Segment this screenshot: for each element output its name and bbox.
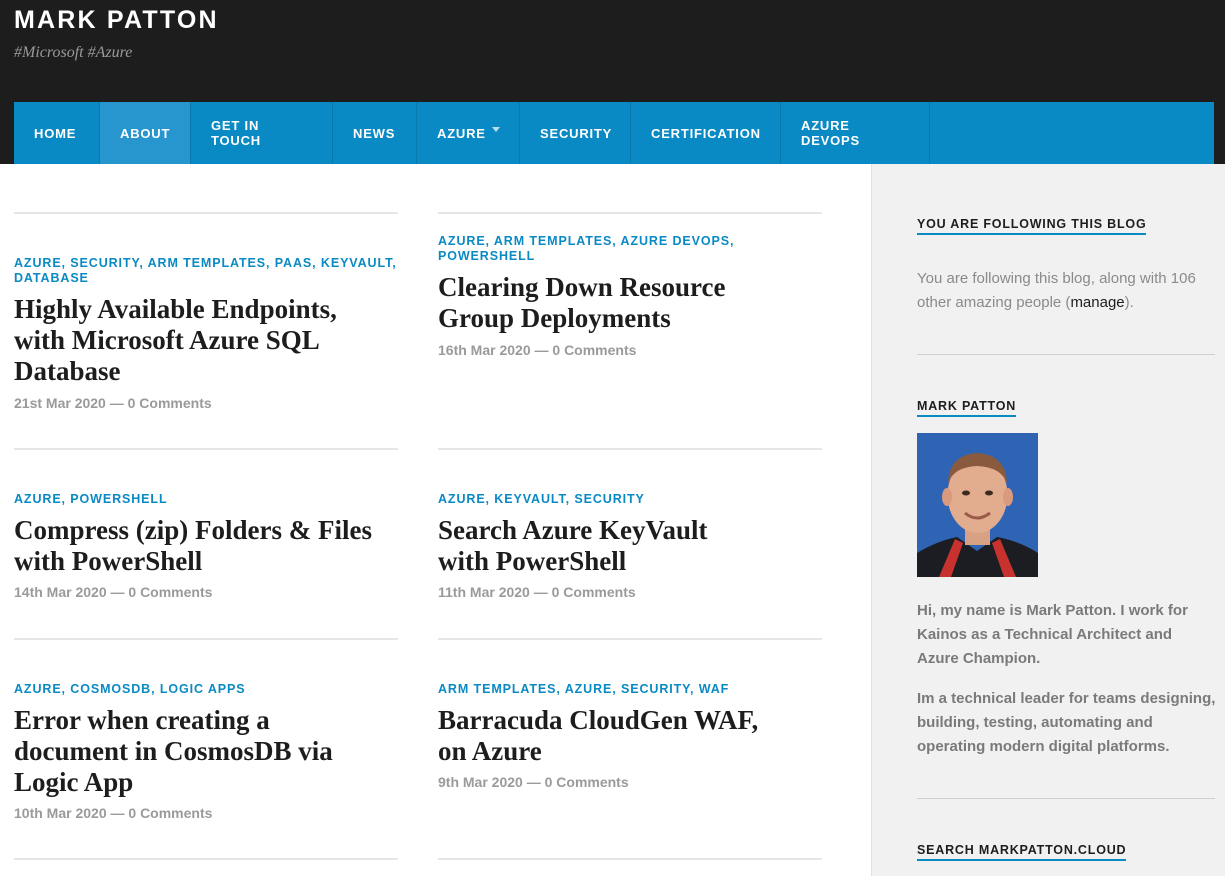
post-divider (14, 858, 398, 860)
nav-label: ABOUT (120, 125, 171, 141)
meta-separator: — (109, 395, 124, 411)
nav-item-azure[interactable]: AZURE (417, 102, 520, 164)
post-categories[interactable]: AZURE, SECURITY, ARM TEMPLATES, PAAS, KE… (14, 256, 398, 286)
nav-label: SECURITY (540, 125, 613, 141)
post-card: AZURE, SECURITY, ARM TEMPLATES, PAAS, KE… (14, 212, 398, 448)
post-title[interactable]: Clearing Down Resource Group Deployments (438, 272, 768, 334)
post-divider (438, 858, 822, 860)
nav-label: CERTIFICATION (651, 125, 761, 141)
author-photo[interactable] (917, 433, 1038, 577)
post-categories[interactable]: AZURE, ARM TEMPLATES, AZURE DEVOPS, POWE… (438, 234, 738, 264)
post-comments[interactable]: 0 Comments (552, 584, 636, 600)
post-meta: 16th Mar 2020 — 0 Comments (438, 342, 636, 358)
post-comments[interactable]: 0 Comments (545, 774, 629, 790)
post-meta: 10th Mar 2020 — 0 Comments (14, 805, 212, 821)
post-title[interactable]: Error when creating a document in Cosmos… (14, 705, 364, 798)
site-title[interactable]: MARK PATTON (14, 6, 219, 35)
nav-label: GET IN TOUCH (211, 118, 261, 148)
post-card: AZURE, ARM TEMPLATES, AZURE DEVOPS, POWE… (438, 212, 822, 448)
post-meta: 11th Mar 2020 — 0 Comments (438, 584, 636, 600)
nav-item-get-in-touch[interactable]: GET IN TOUCH (191, 102, 333, 164)
post-comments[interactable]: 0 Comments (128, 805, 212, 821)
author-bio-2: Im a technical leader for teams designin… (917, 690, 1216, 755)
nav-label: HOME (34, 125, 77, 141)
meta-separator: — (110, 805, 125, 821)
nav-item-security[interactable]: SECURITY (520, 102, 631, 164)
post-categories[interactable]: AZURE, POWERSHELL (14, 492, 398, 507)
post-meta: 9th Mar 2020 — 0 Comments (438, 774, 629, 790)
nav-label: AZURE DEVOPS (801, 118, 860, 148)
manage-link[interactable]: manage (1070, 294, 1124, 311)
nav-item-news[interactable]: NEWS (333, 102, 417, 164)
post-date[interactable]: 11th Mar 2020 (438, 584, 530, 600)
post-comments[interactable]: 0 Comments (128, 395, 212, 411)
sidebar: YOU ARE FOLLOWING THIS BLOG You are foll… (871, 164, 1225, 876)
follow-widget-title: YOU ARE FOLLOWING THIS BLOG (917, 217, 1147, 235)
meta-separator: — (110, 584, 125, 600)
author-photo-image (917, 433, 1038, 577)
nav-item-about[interactable]: ABOUT (100, 102, 191, 164)
chevron-down-icon (491, 127, 500, 132)
meta-separator: — (526, 774, 541, 790)
nav-item-home[interactable]: HOME (14, 102, 100, 164)
post-date[interactable]: 16th Mar 2020 (438, 342, 531, 358)
follow-widget-text: You are following this blog, along with … (917, 267, 1217, 315)
nav-item-certification[interactable]: CERTIFICATION (631, 102, 781, 164)
post-date[interactable]: 10th Mar 2020 (14, 805, 107, 821)
post-date[interactable]: 21st Mar 2020 (14, 395, 106, 411)
main-nav: HOME ABOUT GET IN TOUCH NEWS AZURE SECUR… (14, 102, 1214, 164)
post-card: AZURE, KEYVAULT, SECURITY Search Azure K… (438, 448, 822, 638)
post-title[interactable]: Highly Available Endpoints, with Microso… (14, 294, 384, 387)
meta-separator: — (534, 342, 549, 358)
post-categories[interactable]: AZURE, KEYVAULT, SECURITY (438, 492, 822, 507)
post-card: AZURE, COSMOSDB, LOGIC APPS Error when c… (14, 638, 398, 860)
widget-divider (917, 354, 1215, 355)
site-header: MARK PATTON #Microsoft #Azure HOME ABOUT… (0, 0, 1225, 164)
post-title[interactable]: Barracuda CloudGen WAF, on Azure (438, 705, 768, 767)
search-widget-title: SEARCH MARKPATTON.CLOUD (917, 843, 1127, 861)
post-meta: 14th Mar 2020 — 0 Comments (14, 584, 212, 600)
post-title[interactable]: Compress (zip) Folders & Files with Powe… (14, 515, 398, 577)
post-card: AZURE, POWERSHELL Compress (zip) Folders… (14, 448, 398, 638)
nav-label: NEWS (353, 125, 396, 141)
follow-text-end: ). (1124, 294, 1134, 311)
widget-divider (917, 798, 1215, 799)
post-date[interactable]: 9th Mar 2020 (438, 774, 523, 790)
post-comments[interactable]: 0 Comments (552, 342, 636, 358)
meta-separator: — (533, 584, 548, 600)
post-categories[interactable]: AZURE, COSMOSDB, LOGIC APPS (14, 682, 398, 697)
post-title[interactable]: Search Azure KeyVault with PowerShell (438, 515, 738, 577)
post-meta: 21st Mar 2020 — 0 Comments (14, 395, 212, 411)
post-comments[interactable]: 0 Comments (128, 584, 212, 600)
post-categories[interactable]: ARM TEMPLATES, AZURE, SECURITY, WAF (438, 682, 822, 697)
author-widget-title: MARK PATTON (917, 399, 1017, 417)
post-date[interactable]: 14th Mar 2020 (14, 584, 107, 600)
post-card: ARM TEMPLATES, AZURE, SECURITY, WAF Barr… (438, 638, 822, 860)
author-bio: Hi, my name is Mark Patton. I work for K… (917, 602, 1188, 667)
follow-text: You are following this blog, along with … (917, 270, 1196, 311)
nav-item-azure-devops[interactable]: AZURE DEVOPS (781, 102, 930, 164)
nav-label: AZURE (437, 125, 486, 141)
site-tagline: #Microsoft #Azure (14, 44, 133, 61)
